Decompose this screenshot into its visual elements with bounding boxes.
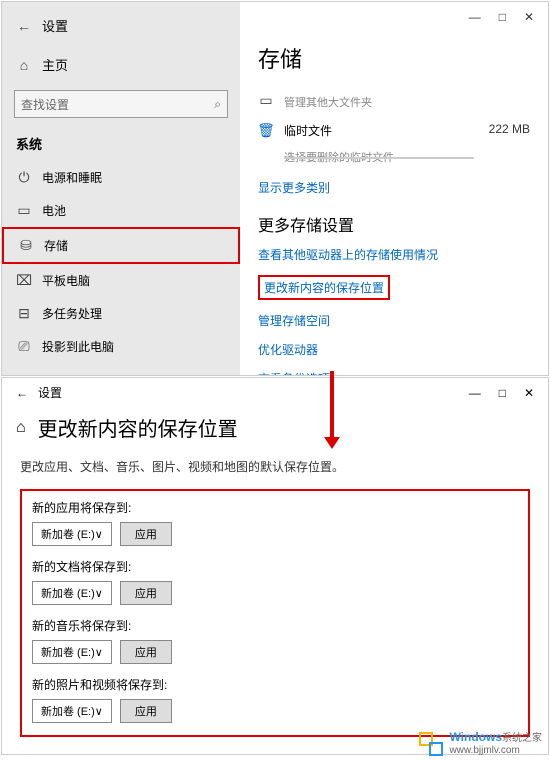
apply-button[interactable]: 应用 <box>120 699 172 723</box>
location-item-music: 新的音乐将保存到: ♪ 新加卷 (E:)∨ 应用 <box>32 617 518 664</box>
apply-button[interactable]: 应用 <box>120 522 172 546</box>
large-files-label: 管理其他大文件夹 <box>284 94 530 110</box>
location-item-apps: 新的应用将保存到: 🖵 新加卷 (E:)∨ 应用 <box>32 499 518 546</box>
show-more-link[interactable]: 显示更多类别 <box>258 175 530 200</box>
home-label: 主页 <box>42 55 68 74</box>
location-item-photos: 新的照片和视频将保存到: 🖼 新加卷 (E:)∨ 应用 <box>32 676 518 723</box>
link-optimize-drives[interactable]: 优化驱动器 <box>258 337 530 362</box>
chevron-down-icon: ∨ <box>95 587 103 600</box>
volume-select[interactable]: 新加卷 (E:)∨ <box>32 699 112 723</box>
multitask-icon: ⊟ <box>16 306 32 322</box>
maximize-button[interactable]: □ <box>499 386 506 400</box>
link-backup-options[interactable]: 查看备份选项 <box>258 366 530 375</box>
back-icon[interactable]: ← <box>16 386 28 400</box>
link-other-drives[interactable]: 查看其他驱动器上的存储使用情况 <box>258 242 530 267</box>
chevron-down-icon: ∨ <box>95 528 103 541</box>
more-storage-heading: 更多存储设置 <box>258 212 530 236</box>
temp-files-value: 222 MB <box>489 122 530 136</box>
link-manage-spaces[interactable]: 管理存储空间 <box>258 308 530 333</box>
sidebar: ← 设置 ⌂ 主页 查找设置 ⌕ 系统 ⏻ 电源和睡眠 ▭ 电池 ⛁ 存储 ⌧ … <box>2 2 240 375</box>
volume-select[interactable]: 新加卷 (E:)∨ <box>32 640 112 664</box>
location-item-documents: 新的文档将保存到: 🗎 新加卷 (E:)∨ 应用 <box>32 558 518 605</box>
sidebar-item-power[interactable]: ⏻ 电源和睡眠 <box>2 161 240 194</box>
annotation-arrow <box>330 371 334 441</box>
home-icon: ⌂ <box>16 57 32 73</box>
page-description: 更改应用、文档、音乐、图片、视频和地图的默认保存位置。 <box>2 448 548 485</box>
minimize-button[interactable]: — <box>469 10 481 24</box>
watermark-logo-icon <box>419 732 443 756</box>
power-icon: ⏻ <box>16 170 32 186</box>
minimize-button[interactable]: — <box>469 386 481 400</box>
sidebar-item-battery[interactable]: ▭ 电池 <box>2 194 240 227</box>
temp-files-label: 临时文件 <box>284 122 479 139</box>
sidebar-item-tablet[interactable]: ⌧ 平板电脑 <box>2 264 240 297</box>
project-icon: ⎚ <box>16 339 32 355</box>
folder-icon: ▭ <box>258 92 274 108</box>
close-button[interactable]: ✕ <box>524 386 534 400</box>
apply-button[interactable]: 应用 <box>120 640 172 664</box>
sidebar-item-label: 电源和睡眠 <box>42 169 102 186</box>
watermark-brand: Windows <box>449 730 502 744</box>
location-label: 新的照片和视频将保存到: <box>32 676 518 693</box>
watermark-tagline: 系统之家 <box>502 733 542 744</box>
sidebar-item-label: 电池 <box>42 202 66 219</box>
link-change-save-location[interactable]: 更改新内容的保存位置 <box>258 275 390 300</box>
settings-label: 设置 <box>38 384 62 401</box>
home-icon[interactable]: ⌂ <box>16 419 26 437</box>
sidebar-item-project[interactable]: ⎚ 投影到此电脑 <box>2 330 240 363</box>
sidebar-item-label: 存储 <box>44 237 68 254</box>
close-button[interactable]: ✕ <box>524 10 534 24</box>
settings-label: 设置 <box>42 16 68 35</box>
sidebar-item-label: 平板电脑 <box>42 272 90 289</box>
watermark: Windows系统之家 www.bjjmlv.com <box>419 730 542 757</box>
location-label: 新的音乐将保存到: <box>32 617 518 634</box>
location-label: 新的应用将保存到: <box>32 499 518 516</box>
chevron-down-icon: ∨ <box>95 705 103 718</box>
save-locations-panel: 新的应用将保存到: 🖵 新加卷 (E:)∨ 应用 新的文档将保存到: 🗎 新加卷… <box>20 489 530 737</box>
volume-select[interactable]: 新加卷 (E:)∨ <box>32 522 112 546</box>
tablet-icon: ⌧ <box>16 273 32 289</box>
sidebar-item-storage[interactable]: ⛁ 存储 <box>2 227 240 264</box>
chevron-down-icon: ∨ <box>95 646 103 659</box>
page-title: 存储 <box>258 42 530 74</box>
back-icon[interactable]: ← <box>16 18 32 34</box>
search-icon: ⌕ <box>214 97 221 112</box>
search-input[interactable]: 查找设置 ⌕ <box>14 90 228 118</box>
usage-bar <box>284 157 474 159</box>
home-link[interactable]: ⌂ 主页 <box>2 47 240 82</box>
battery-icon: ▭ <box>16 203 32 219</box>
main-content: 存储 ▭ 管理其他大文件夹 🗑 临时文件 选择要删除的临时文件 222 MB 显… <box>240 2 548 375</box>
location-label: 新的文档将保存到: <box>32 558 518 575</box>
sidebar-item-label: 多任务处理 <box>42 305 102 322</box>
apply-button[interactable]: 应用 <box>120 581 172 605</box>
sidebar-item-label: 投影到此电脑 <box>42 338 114 355</box>
watermark-url: www.bjjmlv.com <box>449 745 519 756</box>
maximize-button[interactable]: □ <box>499 10 506 24</box>
page-title: 更改新内容的保存位置 <box>38 413 238 442</box>
search-placeholder: 查找设置 <box>21 96 214 113</box>
storage-icon: ⛁ <box>18 238 34 254</box>
section-heading: 系统 <box>2 126 240 161</box>
trash-icon: 🗑 <box>258 122 274 138</box>
sidebar-item-multitask[interactable]: ⊟ 多任务处理 <box>2 297 240 330</box>
volume-select[interactable]: 新加卷 (E:)∨ <box>32 581 112 605</box>
